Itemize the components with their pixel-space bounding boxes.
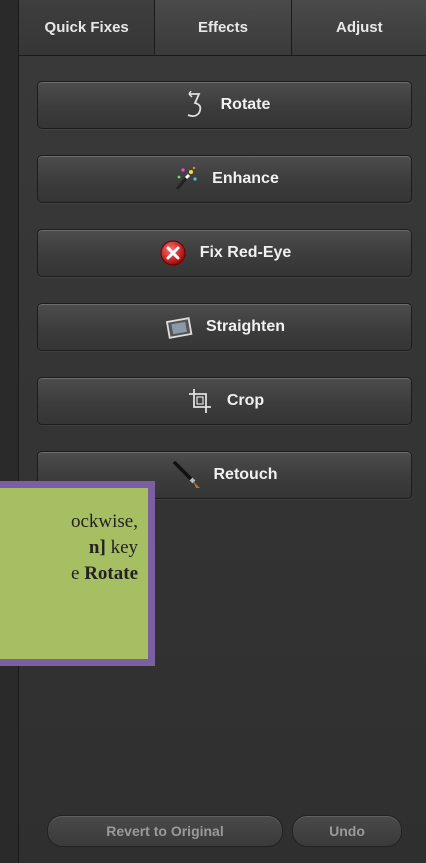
fix-red-eye-label: Fix Red-Eye <box>199 244 292 261</box>
crop-label: Crop <box>226 392 265 409</box>
rotate-button[interactable]: Rotate <box>37 81 412 129</box>
rotate-icon <box>179 90 209 120</box>
callout-line-3-pre: e <box>71 563 85 584</box>
help-callout: ockwise, n] key e Rotate <box>0 481 155 666</box>
magic-wand-icon <box>170 164 200 194</box>
tab-quick-fixes[interactable]: Quick Fixes <box>19 0 156 55</box>
callout-line-1: ockwise, <box>70 511 138 532</box>
rotate-label: Rotate <box>220 96 271 113</box>
callout-line-2-rest: key <box>105 537 138 558</box>
brush-icon <box>172 460 202 490</box>
straighten-button[interactable]: Straighten <box>37 303 412 351</box>
tab-bar: Quick Fixes Effects Adjust <box>19 0 426 56</box>
enhance-label: Enhance <box>212 170 279 187</box>
tab-effects[interactable]: Effects <box>155 0 292 55</box>
revert-to-original-button[interactable]: Revert to Original <box>47 815 283 847</box>
enhance-button[interactable]: Enhance <box>37 155 412 203</box>
tab-adjust[interactable]: Adjust <box>291 0 426 55</box>
crop-button[interactable]: Crop <box>37 377 412 425</box>
undo-button[interactable]: Undo <box>292 815 402 847</box>
callout-line-3: e Rotate <box>71 562 138 586</box>
straighten-icon <box>164 312 194 342</box>
red-x-icon <box>158 238 188 268</box>
straighten-label: Straighten <box>205 318 286 335</box>
callout-line-3-bold: Rotate <box>84 563 138 584</box>
callout-line-2-bold: n] <box>88 537 106 558</box>
fix-red-eye-button[interactable]: Fix Red-Eye <box>37 229 412 277</box>
quick-fixes-panel: Quick Fixes Effects Adjust Rotate Enhanc… <box>18 0 426 863</box>
callout-line-2: n] key <box>89 536 138 560</box>
retouch-label: Retouch <box>213 466 278 483</box>
crop-icon <box>185 386 215 416</box>
